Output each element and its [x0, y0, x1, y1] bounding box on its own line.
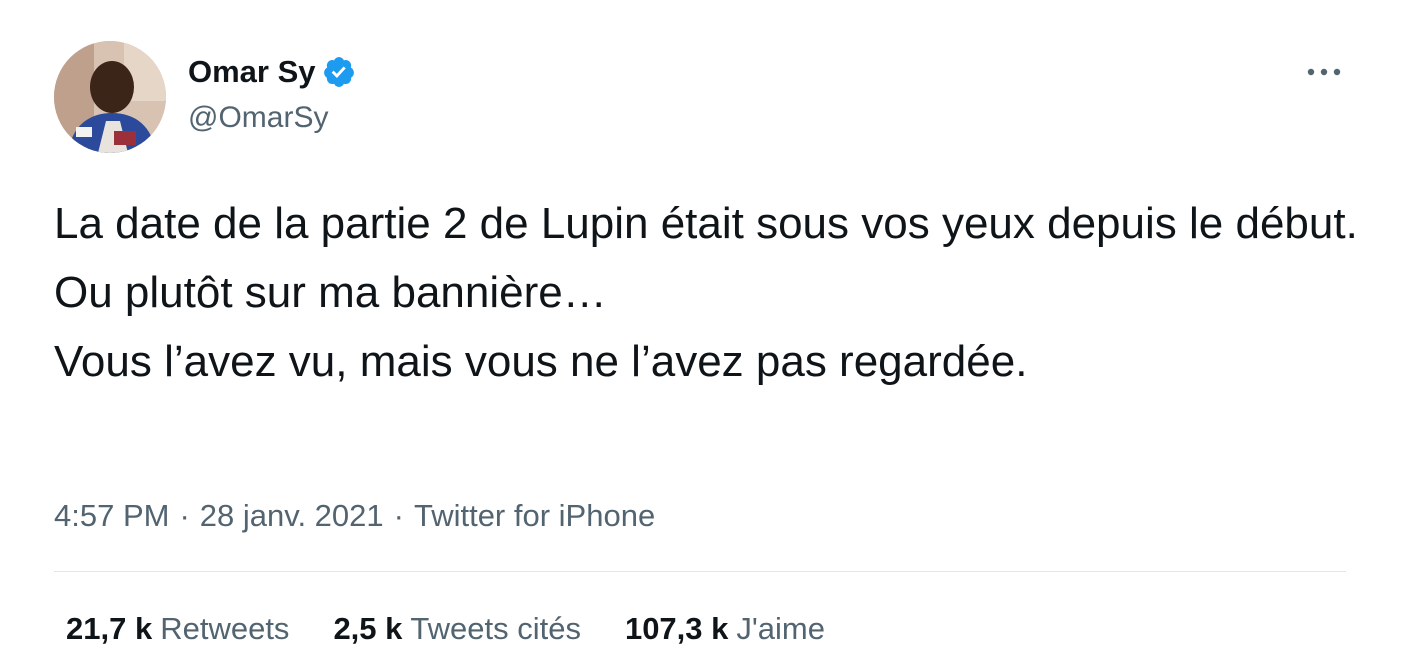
author-block: Omar Sy @OmarSy: [188, 52, 356, 138]
display-name[interactable]: Omar Sy: [188, 52, 316, 92]
tweet-text-line: La date de la partie 2 de Lupin était so…: [54, 199, 1358, 248]
tweet-card: Omar Sy @OmarSy La date de la partie 2 d…: [0, 0, 1422, 660]
handle[interactable]: @OmarSy: [188, 98, 356, 138]
quote-tweets-stat[interactable]: 2,5 k Tweets cités: [333, 608, 581, 650]
likes-stat[interactable]: 107,3 k J'aime: [625, 608, 825, 650]
retweets-count: 21,7 k: [66, 611, 153, 646]
retweets-stat[interactable]: 21,7 k Retweets: [66, 608, 289, 650]
more-horizontal-icon: [1307, 68, 1341, 76]
quote-tweets-count: 2,5 k: [333, 611, 403, 646]
meta-separator: ·: [393, 498, 404, 533]
likes-count: 107,3 k: [624, 611, 729, 646]
meta-separator: ·: [179, 498, 190, 533]
divider: [54, 571, 1346, 572]
name-row: Omar Sy: [188, 52, 356, 92]
avatar-image: [54, 41, 166, 153]
likes-label: J'aime: [736, 611, 826, 646]
tweet-date[interactable]: 28 janv. 2021: [200, 498, 384, 533]
more-options-button[interactable]: [1300, 52, 1348, 92]
tweet-text-line: Vous l’avez vu, mais vous ne l’avez pas …: [54, 337, 1028, 386]
retweets-label: Retweets: [160, 611, 290, 646]
tweet-stats: 21,7 k Retweets 2,5 k Tweets cités 107,3 k…: [66, 608, 869, 650]
quote-tweets-label: Tweets cités: [410, 611, 581, 646]
tweet-source[interactable]: Twitter for iPhone: [414, 498, 655, 533]
tweet-time[interactable]: 4:57 PM: [54, 498, 169, 533]
avatar[interactable]: [54, 41, 166, 153]
tweet-text-line: Ou plutôt sur ma bannière…: [54, 268, 607, 317]
tweet-text: La date de la partie 2 de Lupin était so…: [54, 189, 1364, 396]
verified-badge-icon: [322, 55, 356, 89]
tweet-meta: 4:57 PM · 28 janv. 2021 · Twitter for iPhone: [54, 495, 655, 537]
